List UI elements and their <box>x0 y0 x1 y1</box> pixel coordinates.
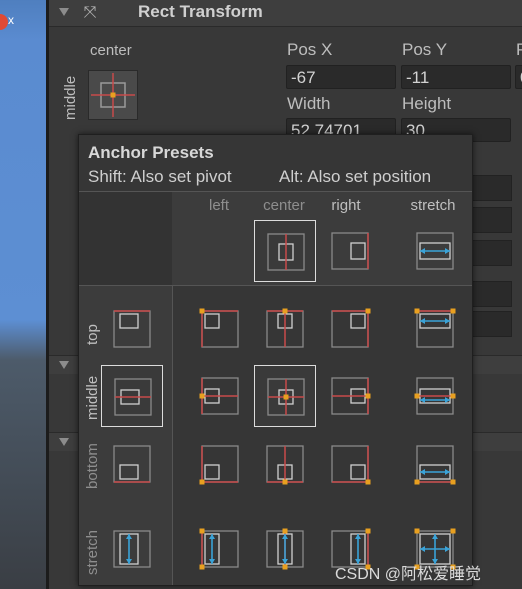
watermark: CSDN @阿松爱睡觉 <box>335 566 482 583</box>
preset-stretch-only[interactable] <box>404 220 466 282</box>
pos-x-field[interactable]: -67 <box>286 65 396 89</box>
bg-field[interactable] <box>470 240 512 266</box>
anchor-preset-icon <box>414 308 456 348</box>
column-label-center: center <box>263 197 305 214</box>
preset-top-center[interactable] <box>254 298 316 360</box>
preset-top-left[interactable] <box>189 298 251 360</box>
rect-transform-icon: ⤧ <box>83 4 97 21</box>
preset-middle-right[interactable] <box>319 365 381 427</box>
anchor-preset-icon <box>113 445 151 483</box>
anchor-preset-icon <box>114 378 152 416</box>
preset-center-only[interactable] <box>254 220 316 282</box>
bg-field[interactable] <box>470 311 512 337</box>
popup-title: Anchor Presets <box>88 143 214 162</box>
anchor-preset-icon <box>414 445 456 485</box>
pos-y-field[interactable]: -11 <box>401 65 511 89</box>
row-label-stretch: stretch <box>84 529 101 575</box>
scene-view: x <box>0 0 46 589</box>
preset-right-only[interactable] <box>319 220 381 282</box>
row-label-bottom: bottom <box>84 443 101 489</box>
anchor-preset-icon <box>199 308 239 348</box>
anchor-presets-popup: Anchor Presets Shift: Also set pivot Alt… <box>78 134 473 586</box>
preset-stretch-center[interactable] <box>254 518 316 580</box>
column-label-left: left <box>208 197 229 214</box>
anchor-preset-icon <box>199 445 239 485</box>
column-label-right: right <box>331 197 361 214</box>
bg-field[interactable] <box>470 175 512 201</box>
preset-middle-left[interactable] <box>189 365 251 427</box>
preset-bottom-right[interactable] <box>319 433 381 495</box>
preset-bottom-only[interactable] <box>101 433 163 495</box>
anchor-preset-icon <box>266 308 304 348</box>
preset-top-only[interactable] <box>101 298 163 360</box>
preset-stretch-only[interactable] <box>101 518 163 580</box>
preset-top-stretch[interactable] <box>404 298 466 360</box>
preset-top-right[interactable] <box>319 298 381 360</box>
row-label-top: top <box>84 324 101 345</box>
anchor-preset-icon <box>331 308 371 348</box>
anchor-preset-icon <box>331 377 371 415</box>
anchor-preset-icon <box>416 232 454 270</box>
anchor-preset-icon <box>266 528 304 570</box>
anchor-preset-icon <box>414 377 456 415</box>
anchor-preset-icon <box>267 233 305 271</box>
anchor-preset-icon <box>267 378 305 416</box>
close-badge-icon[interactable] <box>0 14 8 30</box>
anchor-preset-icon <box>113 310 151 348</box>
preset-bottom-left[interactable] <box>189 433 251 495</box>
height-label: Height <box>402 94 452 113</box>
anchor-preset-icon <box>113 530 151 568</box>
fold-arrow-icon[interactable] <box>59 438 69 446</box>
preset-stretch-left[interactable] <box>189 518 251 580</box>
anchor-preview-icon <box>91 73 135 117</box>
fold-arrow-icon[interactable] <box>59 361 69 369</box>
preset-bottom-center[interactable] <box>254 433 316 495</box>
alt-tip: Alt: Also set position <box>279 167 432 186</box>
column-label-stretch: stretch <box>410 197 456 214</box>
pos-z-label: P <box>516 40 522 59</box>
preset-middle-center[interactable] <box>254 365 316 427</box>
width-label: Width <box>287 94 331 113</box>
component-title: Rect Transform <box>138 2 263 21</box>
close-glyph[interactable]: x <box>8 13 14 27</box>
divider <box>79 285 472 286</box>
pos-x-label: Pos X <box>287 40 333 59</box>
component-header[interactable]: ⤧ Rect Transform <box>49 0 522 27</box>
anchor-preset-icon <box>199 377 239 415</box>
divider <box>172 285 173 585</box>
fold-arrow-icon[interactable] <box>59 8 69 16</box>
anchor-preset-icon <box>199 528 239 570</box>
bg-field[interactable] <box>470 207 512 233</box>
preset-middle-only[interactable] <box>101 365 163 427</box>
preset-bottom-stretch[interactable] <box>404 433 466 495</box>
anchor-h-label: center <box>90 42 132 59</box>
row-label-middle: middle <box>84 375 101 420</box>
preset-middle-stretch[interactable] <box>404 365 466 427</box>
anchor-preset-icon <box>331 445 371 485</box>
bg-field[interactable] <box>470 281 512 307</box>
anchor-v-label: middle <box>62 75 79 120</box>
pos-z-field[interactable]: 0 <box>515 65 522 89</box>
pos-y-label: Pos Y <box>402 40 448 59</box>
anchor-preset-icon <box>331 232 369 270</box>
corner-area <box>79 192 172 285</box>
anchor-preset-icon <box>266 445 304 485</box>
shift-tip: Shift: Also set pivot <box>88 167 232 186</box>
anchor-presets-button[interactable] <box>88 70 138 120</box>
